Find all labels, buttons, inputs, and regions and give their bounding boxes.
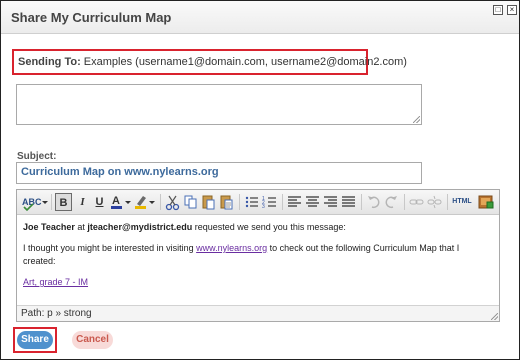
message-intro: Joe Teacher at jteacher@mydistrict.edu r…	[23, 221, 493, 234]
subject-label: Subject:	[17, 151, 57, 162]
toolbar-separator	[404, 194, 405, 210]
link-icon[interactable]	[409, 193, 424, 211]
curriculum-map-link[interactable]: Art, grade 7 - IM	[23, 277, 88, 287]
svg-text:A: A	[112, 195, 120, 207]
highlight-color-icon[interactable]	[134, 193, 156, 211]
toolbar-separator	[361, 194, 362, 210]
at-text: at	[77, 222, 85, 232]
cut-icon[interactable]	[165, 193, 180, 211]
align-right-icon[interactable]	[323, 193, 338, 211]
html-source-icon[interactable]: HTML	[451, 193, 473, 211]
align-left-icon[interactable]	[287, 193, 302, 211]
sending-to-highlight: Sending To: Examples (username1@domain.c…	[12, 49, 407, 75]
element-path: Path: p » strong	[21, 308, 92, 319]
copy-icon[interactable]	[183, 193, 198, 211]
underline-icon[interactable]: U	[92, 193, 107, 211]
bullet-list-icon[interactable]	[244, 193, 259, 211]
editor-toolbar: ABC B I U A 1 2 3 HTML	[17, 190, 499, 215]
sender-name: Joe Teacher	[23, 222, 75, 232]
redo-icon[interactable]	[384, 193, 399, 211]
close-icon[interactable]: ×	[507, 5, 517, 15]
font-color-icon[interactable]: A	[110, 193, 132, 211]
italic-icon[interactable]: I	[75, 193, 90, 211]
share-dialog: Share My Curriculum Map □ × Sending To: …	[0, 0, 520, 360]
toolbar-separator	[239, 194, 240, 210]
nylearns-link[interactable]: www.nylearns.org	[196, 243, 267, 253]
restore-icon[interactable]: □	[493, 5, 503, 15]
bold-icon[interactable]: B	[55, 193, 72, 211]
undo-icon[interactable]	[366, 193, 381, 211]
request-text: requested we send you this message:	[194, 222, 346, 232]
align-center-icon[interactable]	[305, 193, 320, 211]
message-editor: ABC B I U A 1 2 3 HTML Joe Teacher at jt…	[16, 189, 500, 322]
toolbar-separator	[51, 194, 52, 210]
message-body: I thought you might be interested in vis…	[23, 242, 493, 268]
resize-grip-icon[interactable]	[413, 116, 420, 123]
body-before-link: I thought you might be interested in vis…	[23, 243, 194, 253]
sending-to-line: Sending To: Examples (username1@domain.c…	[18, 56, 407, 68]
recipients-textarea[interactable]	[16, 84, 422, 125]
justify-icon[interactable]	[341, 193, 356, 211]
paste-icon[interactable]	[201, 193, 216, 211]
toolbar-separator	[160, 194, 161, 210]
insert-media-icon[interactable]	[477, 193, 495, 211]
message-content[interactable]: Joe Teacher at jteacher@mydistrict.edu r…	[23, 221, 493, 297]
paste-text-icon[interactable]	[219, 193, 234, 211]
map-link-line: Art, grade 7 - IM	[23, 276, 493, 289]
share-button[interactable]: Share	[17, 331, 53, 349]
spellcheck-icon[interactable]: ABC	[20, 193, 48, 212]
toolbar-separator	[282, 194, 283, 210]
cancel-button[interactable]: Cancel	[72, 331, 113, 349]
toolbar-separator	[447, 194, 448, 210]
dialog-titlebar: Share My Curriculum Map □ ×	[1, 1, 519, 34]
subject-input[interactable]: Curriculum Map on www.nylearns.org	[16, 162, 422, 184]
sending-to-label: Sending To:	[18, 56, 81, 68]
editor-path-bar: Path: p » strong	[17, 305, 499, 321]
svg-text:3: 3	[262, 204, 265, 210]
numbered-list-icon[interactable]: 123	[262, 193, 277, 211]
sending-to-value: Examples (username1@domain.com, username…	[83, 56, 407, 68]
unlink-icon[interactable]	[427, 193, 442, 211]
sender-email: jteacher@mydistrict.edu	[87, 222, 193, 232]
dialog-title: Share My Curriculum Map	[11, 10, 172, 25]
editor-resize-grip-icon[interactable]	[491, 313, 498, 320]
